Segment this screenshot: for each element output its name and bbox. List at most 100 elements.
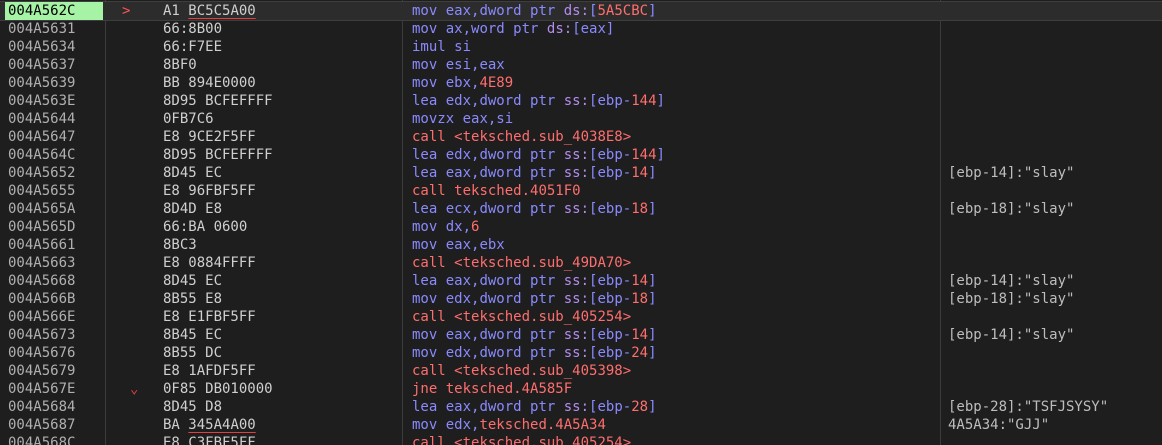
instruction-address[interactable]: 004A568C (8, 434, 104, 445)
instruction-text[interactable]: lea edx,dword ptr ss:[ebp-144] (412, 146, 940, 164)
instruction-text[interactable]: jne teksched.4A585F (412, 380, 940, 398)
instruction-row[interactable]: 004A5655 E8 96FBF5FF call teksched.4051F0 (0, 182, 1162, 200)
marker-column[interactable] (110, 416, 160, 434)
instruction-bytes[interactable]: E8 E1FBF5FF (163, 308, 401, 326)
instruction-row[interactable]: 004A5644 0FB7C6 movzx eax,si (0, 110, 1162, 128)
instruction-bytes[interactable]: 0F85 DB010000 (163, 380, 401, 398)
instruction-row[interactable]: 004A564C 8D95 BCFEFFFF lea edx,dword ptr s… (0, 146, 1162, 164)
instruction-comment[interactable] (948, 434, 1162, 445)
marker-column[interactable] (110, 110, 160, 128)
instruction-row[interactable]: 004A5684 8D45 D8 lea eax,dword ptr ss:[ebp… (0, 398, 1162, 416)
instruction-text[interactable]: call <teksched.sub_405398> (412, 362, 940, 380)
instruction-bytes[interactable]: E8 1AFDF5FF (163, 362, 401, 380)
instruction-bytes[interactable]: 0FB7C6 (163, 110, 401, 128)
instruction-comment[interactable] (948, 308, 1162, 326)
instruction-comment[interactable] (948, 38, 1162, 56)
instruction-row[interactable]: 004A5687 BA 345A4A00 mov edx,teksched.4A5A… (0, 416, 1162, 434)
instruction-text[interactable]: call <teksched.sub_405254> (412, 308, 940, 326)
instruction-text[interactable]: mov ebx,4E89 (412, 74, 940, 92)
instruction-text[interactable]: mov dx,6 (412, 218, 940, 236)
instruction-address[interactable]: 004A5631 (8, 20, 104, 38)
marker-column[interactable] (110, 362, 160, 380)
marker-column[interactable]: ⌄ (110, 380, 160, 398)
disassembly-view[interactable]: 004A562C > ↳A1 BC5C5A00 mov eax,dword ptr d… (0, 0, 1162, 445)
instruction-bytes[interactable]: E8 0884FFFF (163, 254, 401, 272)
instruction-text[interactable]: lea eax,dword ptr ss:[ebp-14] (412, 164, 940, 182)
marker-column[interactable] (110, 38, 160, 56)
instruction-comment[interactable] (948, 20, 1162, 38)
marker-column[interactable] (110, 200, 160, 218)
instruction-address[interactable]: 004A567E (8, 380, 104, 398)
instruction-row[interactable]: 004A565A 8D4D E8 lea ecx,dword ptr ss:[ebp… (0, 200, 1162, 218)
marker-column[interactable]: > (110, 2, 160, 20)
instruction-row[interactable]: 004A5637 8BF0 mov esi,eax (0, 56, 1162, 74)
instruction-text[interactable]: call teksched.4051F0 (412, 182, 940, 200)
instruction-row[interactable]: 004A5631 66:8B00 mov ax,word ptr ds:[eax] (0, 20, 1162, 38)
instruction-text[interactable]: mov eax,dword ptr ds:[5A5CBC] (412, 2, 940, 20)
instruction-text[interactable]: mov edx,teksched.4A5A34 (412, 416, 940, 434)
instruction-bytes[interactable]: BB 894E0000 (163, 74, 401, 92)
marker-column[interactable] (110, 308, 160, 326)
instruction-row[interactable]: 004A5679 E8 1AFDF5FF call <teksched.sub_40… (0, 362, 1162, 380)
instruction-address[interactable]: 004A5687 (8, 416, 104, 434)
marker-column[interactable] (110, 74, 160, 92)
instruction-comment[interactable]: [ebp-14]:"slay" (948, 272, 1162, 290)
instruction-bytes[interactable]: ↳A1 BC5C5A00 (163, 2, 401, 20)
instruction-address[interactable]: 004A565D (8, 218, 104, 236)
instruction-address[interactable]: 004A5639 (8, 74, 104, 92)
instruction-comment[interactable] (948, 380, 1162, 398)
instruction-address[interactable]: 004A5655 (8, 182, 104, 200)
instruction-text[interactable]: call <teksched.sub_405254> (412, 434, 940, 445)
instruction-address[interactable]: 004A563E (8, 92, 104, 110)
instruction-row[interactable]: 004A566B 8B55 E8 mov edx,dword ptr ss:[ebp… (0, 290, 1162, 308)
instruction-bytes[interactable]: BA 345A4A00 (163, 416, 401, 434)
instruction-text[interactable]: mov edx,dword ptr ss:[ebp-18] (412, 290, 940, 308)
instruction-row[interactable]: 004A568C E8 C3FBF5FF call <teksched.sub_40… (0, 434, 1162, 445)
instruction-comment[interactable]: 4A5A34:"GJJ" (948, 416, 1162, 434)
instruction-address[interactable]: 004A5673 (8, 326, 104, 344)
instruction-address[interactable]: 004A5668 (8, 272, 104, 290)
instruction-text[interactable]: mov eax,dword ptr ss:[ebp-14] (412, 326, 940, 344)
marker-column[interactable] (110, 182, 160, 200)
marker-column[interactable] (110, 398, 160, 416)
instruction-bytes[interactable]: 8D95 BCFEFFFF (163, 92, 401, 110)
instruction-address[interactable]: 004A5684 (8, 398, 104, 416)
instruction-text[interactable]: mov esi,eax (412, 56, 940, 74)
instruction-text[interactable]: call <teksched.sub_49DA70> (412, 254, 940, 272)
instruction-comment[interactable]: [ebp-14]:"slay" (948, 164, 1162, 182)
instruction-text[interactable]: mov edx,dword ptr ss:[ebp-24] (412, 344, 940, 362)
instruction-text[interactable]: lea edx,dword ptr ss:[ebp-144] (412, 92, 940, 110)
instruction-comment[interactable] (948, 362, 1162, 380)
instruction-text[interactable]: mov ax,word ptr ds:[eax] (412, 20, 940, 38)
instruction-comment[interactable] (948, 2, 1162, 20)
instruction-row[interactable]: 004A5676 8B55 DC mov edx,dword ptr ss:[ebp… (0, 344, 1162, 362)
instruction-comment[interactable]: [ebp-28]:"TSFJSYSY" (948, 398, 1162, 416)
instruction-text[interactable]: lea ecx,dword ptr ss:[ebp-18] (412, 200, 940, 218)
marker-column[interactable] (110, 146, 160, 164)
marker-column[interactable] (110, 92, 160, 110)
instruction-row[interactable]: 004A5634 66:F7EE imul si (0, 38, 1162, 56)
instruction-address[interactable]: 004A5663 (8, 254, 104, 272)
instruction-comment[interactable] (948, 74, 1162, 92)
marker-column[interactable] (110, 272, 160, 290)
instruction-comment[interactable] (948, 92, 1162, 110)
marker-column[interactable] (110, 326, 160, 344)
instruction-comment[interactable]: [ebp-18]:"slay" (948, 200, 1162, 218)
instruction-comment[interactable] (948, 218, 1162, 236)
instruction-address[interactable]: 004A566E (8, 308, 104, 326)
instruction-text[interactable]: movzx eax,si (412, 110, 940, 128)
instruction-address[interactable]: 004A565A (8, 200, 104, 218)
instruction-row[interactable]: 004A5663 E8 0884FFFF call <teksched.sub_49… (0, 254, 1162, 272)
marker-column[interactable] (110, 434, 160, 445)
instruction-address[interactable]: 004A5634 (8, 38, 104, 56)
instruction-comment[interactable] (948, 236, 1162, 254)
marker-column[interactable] (110, 164, 160, 182)
instruction-row[interactable]: 004A5652 8D45 EC lea eax,dword ptr ss:[ebp… (0, 164, 1162, 182)
instruction-row[interactable]: 004A563E 8D95 BCFEFFFF lea edx,dword ptr s… (0, 92, 1162, 110)
instruction-bytes[interactable]: 8D45 EC (163, 164, 401, 182)
instruction-row[interactable]: 004A5668 8D45 EC lea eax,dword ptr ss:[ebp… (0, 272, 1162, 290)
instruction-bytes[interactable]: 66:8B00 (163, 20, 401, 38)
instruction-address[interactable]: 004A5679 (8, 362, 104, 380)
instruction-bytes[interactable]: 8B55 E8 (163, 290, 401, 308)
instruction-comment[interactable]: [ebp-14]:"slay" (948, 326, 1162, 344)
